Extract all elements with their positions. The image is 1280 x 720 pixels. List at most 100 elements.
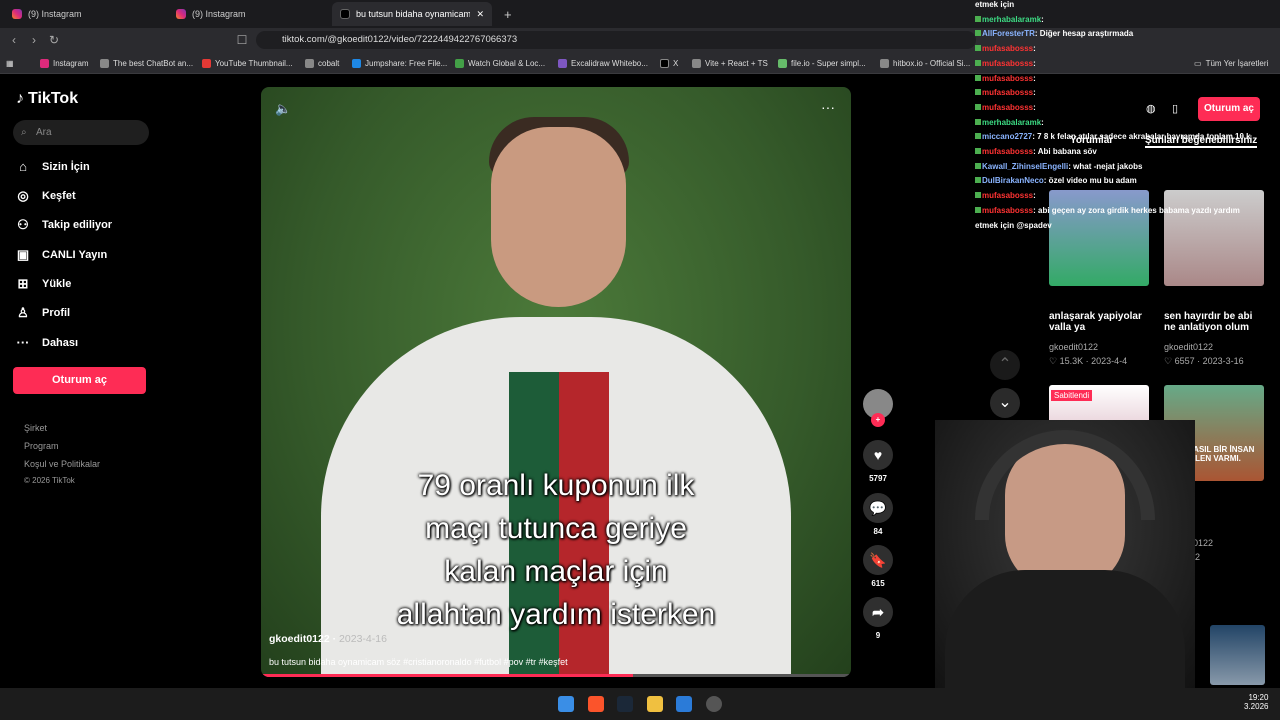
tiktok-logo[interactable]: ♪ TikTok [16, 90, 78, 108]
chat-badge-icon [975, 45, 981, 52]
chat-username[interactable]: mufasabosss [982, 206, 1033, 215]
bookmark-item[interactable]: Vite + React + TS [692, 56, 768, 70]
video-author[interactable]: gkoedit0122 [1164, 342, 1213, 352]
steam-icon[interactable] [617, 696, 633, 712]
bookmark-item[interactable]: The best ChatBot an... [100, 56, 193, 70]
video-thumbnail[interactable] [1210, 625, 1265, 685]
forward-icon[interactable]: › [26, 32, 42, 48]
footer-link-program[interactable]: Program [24, 441, 59, 451]
taskbar: 19:20 3.2026 [0, 688, 1280, 720]
webcam-overlay [935, 420, 1195, 688]
chat-username[interactable]: merhabalaramk [982, 15, 1041, 24]
share-button[interactable]: ➦ 9 [862, 597, 894, 640]
reload-icon[interactable]: ↻ [46, 32, 62, 48]
brave-icon[interactable] [588, 696, 604, 712]
save-button[interactable]: 🔖 615 [862, 545, 894, 588]
bookmark-item[interactable]: Excalidraw Whitebo... [558, 56, 648, 70]
video-author[interactable]: gkoedit0122 · 2023-4-16 [269, 633, 387, 645]
footer-link-terms[interactable]: Koşul ve Politikalar [24, 459, 100, 469]
search-placeholder: Ara [36, 127, 52, 138]
sidebar-item-for-you[interactable]: ⌂ Sizin İçin [16, 157, 90, 177]
follow-icon[interactable]: + [871, 413, 885, 427]
bookmark-item[interactable]: hitbox.io - Official Si... [880, 56, 970, 70]
bookmark-item[interactable]: Watch Global & Loc... [455, 56, 545, 70]
comment-button[interactable]: 💬 84 [862, 493, 894, 536]
chat-username[interactable]: AllForesterTR [982, 29, 1035, 38]
footer-link-company[interactable]: Şirket [24, 423, 47, 433]
chat-username[interactable]: miccano2727 [982, 132, 1032, 141]
bookmark-item[interactable]: Jumpshare: Free File... [352, 56, 447, 70]
progress-fill [261, 674, 633, 677]
sidebar-item-upload[interactable]: ⊞ Yükle [16, 274, 72, 294]
url-bar[interactable]: tiktok.com/@gkoedit0122/video/7222449422… [256, 31, 976, 49]
bookmark-item[interactable]: Instagram [40, 56, 89, 70]
chat-badge-icon [975, 162, 981, 169]
video-caption-line: 79 oranlı kuponun ilk [417, 469, 695, 502]
sidebar-item-label: Sizin İçin [42, 161, 90, 173]
sidebar-item-following[interactable]: ⚇ Takip ediliyor [16, 215, 112, 235]
watch-icon [455, 58, 464, 68]
share-count: 9 [875, 631, 881, 640]
video-title[interactable]: sen hayırdır be abi ne anlatiyon olum [1164, 311, 1264, 333]
progress-bar[interactable] [261, 674, 851, 677]
tab-label: (9) Instagram [192, 9, 246, 19]
like-button[interactable]: ♥ 5797 [862, 440, 894, 483]
chat-message: mufasabosss: Abi babana söv [975, 147, 1097, 156]
chat-badge-icon [975, 74, 981, 81]
video-title[interactable]: anlaşarak yapiyolar valla ya [1049, 311, 1149, 333]
chat-username[interactable]: mufasabosss [982, 59, 1033, 68]
bookmark-item[interactable]: file.io - Super simpl... [778, 56, 866, 70]
next-video-button[interactable]: ⌄ [990, 388, 1020, 418]
more-icon[interactable]: ··· [821, 99, 835, 115]
chat-username[interactable]: Kawall_ZihinselEngelli [982, 162, 1068, 171]
comment-count: 84 [873, 527, 883, 536]
new-tab-button[interactable]: + [496, 2, 516, 26]
bookmark-item[interactable]: X [660, 56, 678, 70]
bookmark-item[interactable]: YouTube Thumbnail... [202, 56, 293, 70]
sidebar-item-profile[interactable]: ♙ Profil [16, 303, 70, 323]
chat-badge-icon [975, 118, 981, 125]
tab-instagram-1[interactable]: (9) Instagram [4, 2, 169, 26]
chat-username[interactable]: mufasabosss [982, 74, 1033, 83]
chat-username[interactable]: mufasabosss [982, 147, 1033, 156]
tab-label: bu tutsun bidaha oynamicam sö [355, 9, 471, 19]
app-icon[interactable] [706, 696, 722, 712]
tab-tiktok[interactable]: bu tutsun bidaha oynamicam sö ✕ [332, 2, 492, 26]
video-player[interactable]: 🔈 ··· 79 oranlı kuponun ilk maçı tutunca… [261, 87, 851, 677]
bookmark-icon[interactable]: ☐ [234, 32, 250, 48]
chat-username[interactable]: DulBirakanNeco [982, 176, 1044, 185]
chat-username[interactable]: mufasabosss [982, 44, 1033, 53]
apps-icon[interactable]: ▦ [6, 56, 14, 70]
tab-instagram-2[interactable]: (9) Instagram [168, 2, 328, 26]
search-input[interactable]: ⌕ Ara [13, 120, 149, 145]
prev-video-button[interactable]: ⌃ [990, 350, 1020, 380]
chat-username[interactable]: mufasabosss [982, 88, 1033, 97]
sidebar-item-live[interactable]: ▣ CANLI Yayın [16, 245, 107, 265]
sidebar-item-explore[interactable]: ◎ Keşfet [16, 186, 75, 206]
tiktok-icon: ♪ [16, 90, 24, 107]
sidebar-item-label: Yükle [42, 278, 72, 290]
video-author[interactable]: gkoedit0122 [1049, 342, 1098, 352]
chat-message: mufasabosss: [975, 191, 1036, 200]
volume-icon[interactable]: 🔈 [275, 101, 291, 117]
author-avatar[interactable]: + [862, 389, 894, 427]
system-clock[interactable]: 19:20 3.2026 [1244, 693, 1268, 711]
bookmark-item[interactable]: cobalt [305, 56, 339, 70]
app-icon[interactable] [676, 696, 692, 712]
search-icon: ⌕ [21, 127, 27, 138]
chat-message: merhabalaramk: [975, 118, 1044, 127]
sidebar-item-more[interactable]: ··· Dahası [16, 333, 79, 353]
headset [975, 430, 1155, 520]
video-meta: ♡ 15.3K · 2023-4-4 [1049, 356, 1128, 366]
close-icon[interactable]: ✕ [476, 9, 484, 20]
login-button[interactable]: Oturum aç [13, 367, 146, 394]
folder-icon[interactable] [647, 696, 663, 712]
chat-username[interactable]: merhabalaramk [982, 118, 1041, 127]
live-icon: ▣ [16, 247, 30, 262]
windows-start-icon[interactable] [558, 696, 574, 712]
bookmark-label: hitbox.io - Official Si... [893, 58, 971, 68]
back-icon[interactable]: ‹ [6, 32, 22, 48]
chat-username[interactable]: mufasabosss [982, 103, 1033, 112]
author-name[interactable]: gkoedit0122 [269, 633, 330, 645]
chat-username[interactable]: mufasabosss [982, 191, 1033, 200]
